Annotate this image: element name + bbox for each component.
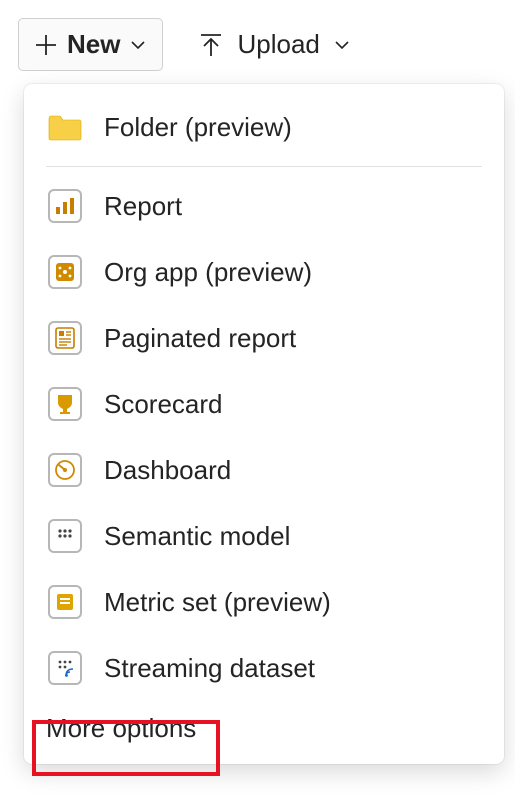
- menu-item-scorecard[interactable]: Scorecard: [24, 371, 504, 437]
- semantic-model-icon: [46, 517, 84, 555]
- paginated-report-icon: [46, 319, 84, 357]
- menu-item-label: Org app (preview): [104, 257, 312, 288]
- menu-item-metric-set[interactable]: Metric set (preview): [24, 569, 504, 635]
- report-icon: [46, 187, 84, 225]
- divider: [46, 166, 482, 167]
- menu-item-label: Dashboard: [104, 455, 231, 486]
- org-app-icon: [46, 253, 84, 291]
- menu-item-org-app[interactable]: Org app (preview): [24, 239, 504, 305]
- menu-item-label: Streaming dataset: [104, 653, 315, 684]
- menu-item-folder[interactable]: Folder (preview): [24, 94, 504, 160]
- toolbar: New Upload: [0, 0, 515, 71]
- menu-item-paginated-report[interactable]: Paginated report: [24, 305, 504, 371]
- dashboard-icon: [46, 451, 84, 489]
- menu-item-dashboard[interactable]: Dashboard: [24, 437, 504, 503]
- metric-set-icon: [46, 583, 84, 621]
- menu-item-label: Paginated report: [104, 323, 296, 354]
- upload-button[interactable]: Upload: [193, 19, 355, 70]
- scorecard-icon: [46, 385, 84, 423]
- menu-item-label: Folder (preview): [104, 112, 292, 143]
- new-dropdown-menu: Folder (preview) Report: [24, 84, 504, 764]
- new-button-label: New: [67, 29, 120, 60]
- menu-item-report[interactable]: Report: [24, 173, 504, 239]
- new-button[interactable]: New: [18, 18, 163, 71]
- plus-icon: [35, 34, 57, 56]
- upload-button-label: Upload: [237, 29, 319, 60]
- more-options-label: More options: [46, 713, 196, 743]
- chevron-down-icon: [130, 40, 146, 50]
- streaming-dataset-icon: [46, 649, 84, 687]
- menu-item-label: Scorecard: [104, 389, 223, 420]
- menu-item-label: Semantic model: [104, 521, 290, 552]
- menu-item-semantic-model[interactable]: Semantic model: [24, 503, 504, 569]
- chevron-down-icon: [334, 40, 350, 50]
- menu-item-streaming-dataset[interactable]: Streaming dataset: [24, 635, 504, 701]
- menu-item-label: Report: [104, 191, 182, 222]
- menu-item-label: Metric set (preview): [104, 587, 331, 618]
- upload-icon: [199, 32, 223, 58]
- more-options-link[interactable]: More options: [24, 701, 218, 752]
- folder-icon: [46, 108, 84, 146]
